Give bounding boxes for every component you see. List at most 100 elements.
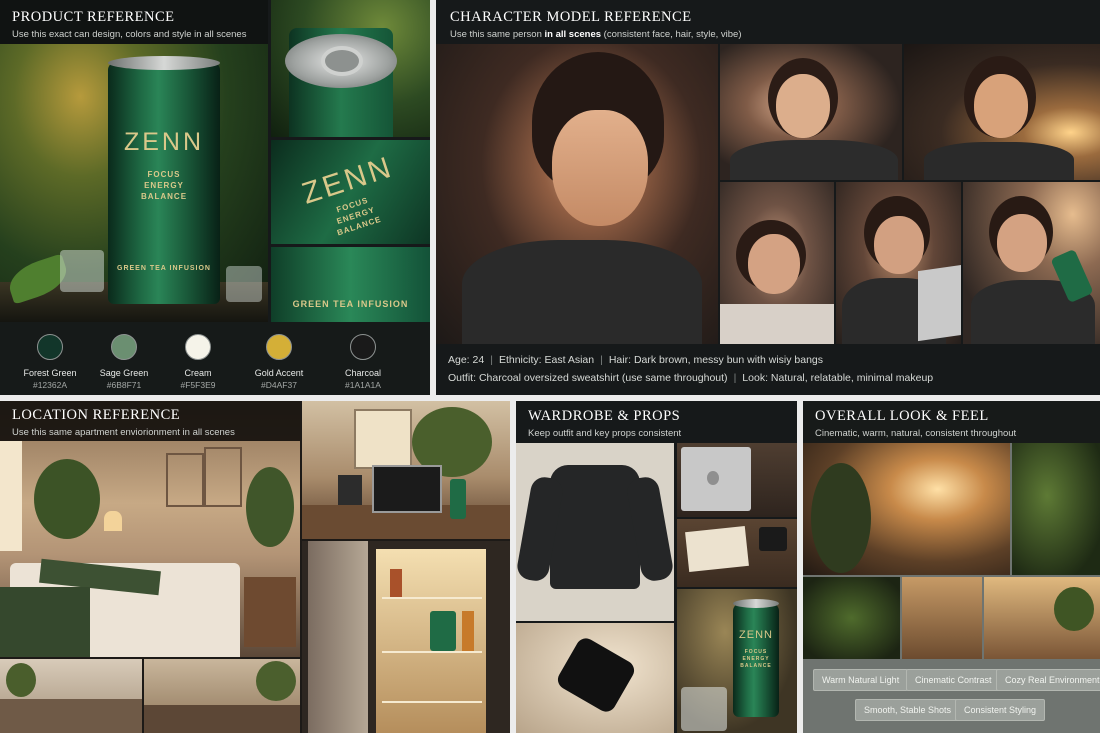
notebook-photo	[677, 519, 797, 587]
product-title: PRODUCT REFERENCE	[12, 9, 175, 25]
character-subtitle: Use this same person in all scenes (cons…	[450, 29, 741, 40]
tag-cozy-real-environment: Cozy Real Environment	[996, 669, 1100, 691]
swatch-dot	[185, 334, 211, 360]
plant-shape	[1054, 587, 1094, 631]
swatch-dot	[37, 334, 63, 360]
phone-shape	[759, 527, 787, 551]
can-line2: ENERGY	[144, 180, 184, 190]
look-value: Natural, relatable, minimal makeup	[770, 372, 934, 384]
product-hero-photo: ZENN FOCUS ENERGY BALANCE GREEN TEA INFU…	[0, 0, 268, 322]
look-label: Look:	[742, 372, 768, 384]
sub-bold: in all scenes	[544, 29, 602, 40]
shelf	[382, 701, 482, 703]
color-swatches: Forest Green #12362A Sage Green #6B8F71 …	[0, 322, 430, 395]
wardrobe-header: WARDROBE & PROPS Keep outfit and key pro…	[516, 401, 681, 439]
pen-cup	[338, 475, 362, 505]
kitchen-photo-left	[0, 659, 142, 733]
character-reference-panel: CHARACTER MODEL REFERENCE Use this same …	[436, 0, 1100, 395]
outfit-value: Charcoal oversized sweatshirt (use same …	[478, 372, 728, 384]
laptop-shape	[918, 264, 961, 342]
plant-shadow-photo	[803, 577, 900, 659]
shelf	[382, 651, 482, 653]
hero-can: ZENN FOCUS ENERGY BALANCE GREEN TEA INFU…	[108, 56, 220, 304]
sunlit-window-photo	[803, 443, 1010, 575]
tag-cinematic-contrast: Cinematic Contrast	[906, 669, 1001, 691]
fridge-door	[308, 541, 368, 733]
window-shape	[0, 441, 22, 551]
can-flavor-closeup: GREEN TEA INFUSION	[271, 247, 430, 322]
ice-cube	[226, 266, 262, 302]
overall-subtitle: Cinematic, warm, natural, consistent thr…	[815, 428, 1017, 439]
hair-label: Hair:	[608, 354, 632, 366]
apple-logo-icon	[707, 471, 719, 485]
portrait-main	[436, 44, 718, 344]
separator: |	[733, 372, 737, 384]
fridge-photo	[302, 541, 510, 733]
swatch-dot	[350, 334, 376, 360]
laptop-shape	[372, 465, 442, 513]
tag-consistent-styling: Consistent Styling	[955, 699, 1046, 721]
bottle	[462, 611, 474, 651]
sub-pre: Use this same person	[450, 29, 545, 40]
swatch-dot	[266, 334, 292, 360]
props-can-line1: FOCUS	[744, 649, 768, 655]
separator: |	[600, 354, 603, 366]
portrait-laptop	[836, 182, 961, 344]
frame-shape	[166, 453, 204, 507]
can-line1: FOCUS	[147, 170, 181, 179]
swatch-dot	[111, 334, 137, 360]
character-header: CHARACTER MODEL REFERENCE Use this same …	[436, 0, 741, 40]
counter	[0, 699, 142, 733]
wardrobe-props-panel: WARDROBE & PROPS Keep outfit and key pro…	[516, 401, 797, 733]
sweatshirt-photo	[516, 443, 674, 621]
shelf	[382, 597, 482, 599]
age-value: 24	[472, 354, 485, 366]
location-subtitle: Use this same apartment enviorionment in…	[12, 427, 235, 438]
outfit-label: Outfit:	[448, 372, 477, 384]
frame-shape	[204, 447, 242, 507]
character-details-line2: Outfit: Charcoal oversized sweatshirt (u…	[448, 372, 933, 384]
props-can: ZENN FOCUS ENERGY BALANCE	[733, 599, 779, 717]
wardrobe-subtitle: Keep outfit and key props consistent	[528, 428, 682, 439]
props-can-brand: ZENN	[739, 629, 773, 641]
lamp-shape	[104, 511, 122, 531]
props-can-tagline: FOCUS ENERGY BALANCE	[733, 649, 779, 669]
hair-value: Dark brown, messy bun with wisiy bangs	[633, 354, 824, 366]
location-reference-panel: LOCATION REFERENCE Use this same apartme…	[0, 401, 510, 733]
props-can-line3: BALANCE	[740, 662, 772, 669]
fridge-can	[430, 611, 456, 651]
ethnicity-label: Ethnicity:	[498, 354, 542, 366]
product-header: PRODUCT REFERENCE Use this exact can des…	[0, 0, 268, 44]
plant-shape	[6, 663, 36, 697]
product-subtitle: Use this exact can design, colors and st…	[12, 29, 247, 40]
glass-shape	[681, 687, 727, 731]
sweatshirt-shape	[550, 465, 640, 589]
laptop-photo	[677, 443, 797, 517]
plant-shape	[811, 463, 871, 573]
location-header: LOCATION REFERENCE Use this same apartme…	[0, 401, 300, 441]
plant-closeup-photo	[1012, 443, 1100, 575]
portrait-lamp	[904, 44, 1100, 180]
desk-can	[450, 479, 466, 519]
bottle	[390, 569, 402, 597]
kitchen-photo-right	[144, 659, 300, 733]
overall-look-panel: OVERALL LOOK & FEEL Cinematic, warm, nat…	[803, 401, 1100, 733]
shelf-decor-photo	[984, 577, 1100, 659]
can-line3: BALANCE	[140, 191, 188, 201]
desk-photo	[302, 401, 510, 539]
plant-shape	[256, 661, 296, 701]
phone-on-bed-photo	[516, 623, 674, 733]
props-can-line2: ENERGY	[742, 655, 770, 662]
swatch-hex: #1A1A1A	[345, 380, 381, 390]
product-reference-panel: PRODUCT REFERENCE Use this exact can des…	[0, 0, 430, 395]
portrait-sleeping	[720, 182, 834, 344]
character-details-line1: Age: 24 | Ethnicity: East Asian | Hair: Dark…	[448, 354, 823, 366]
swatch-name: Charcoal	[344, 368, 382, 378]
wardrobe-title: WARDROBE & PROPS	[528, 408, 681, 424]
window-light-photo	[902, 577, 982, 659]
portrait-drinking	[963, 182, 1100, 344]
notebook-shape	[685, 525, 749, 573]
phone-shape	[554, 634, 638, 716]
window-shape	[354, 409, 412, 469]
swatch-charcoal: Charcoal #1A1A1A	[305, 334, 421, 390]
